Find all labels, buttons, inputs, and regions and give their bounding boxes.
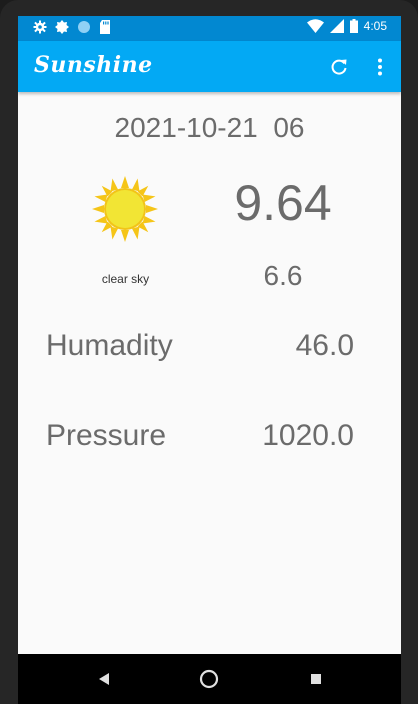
sun-icon xyxy=(92,176,158,242)
forecast-detail: 2021-10-21 06 9.64 clear sky 6.6 Humadit… xyxy=(18,92,401,654)
navigation-bar xyxy=(18,654,401,704)
wifi-icon xyxy=(306,19,324,33)
low-temperature: 6.6 xyxy=(263,260,303,291)
high-temperature: 9.64 xyxy=(234,175,332,231)
pressure-value: 1020.0 xyxy=(262,419,354,452)
back-icon xyxy=(99,673,109,685)
brightness-icon xyxy=(55,20,69,34)
humidity-label: Humadity xyxy=(46,329,173,362)
refresh-icon xyxy=(331,59,347,75)
device-frame: 4:05 Sunshine 2021-10-21 06 9.64 clear s… xyxy=(0,0,418,704)
cellular-signal-icon xyxy=(329,19,344,33)
home-icon xyxy=(199,669,219,689)
settings-gear-icon xyxy=(33,20,47,34)
pressure-label: Pressure xyxy=(46,419,167,452)
circle-icon xyxy=(78,21,90,33)
back-button[interactable] xyxy=(90,665,118,693)
app-bar: Sunshine xyxy=(18,41,401,92)
overflow-menu-button[interactable] xyxy=(368,54,392,80)
weather-description: clear sky xyxy=(101,272,150,286)
home-button[interactable] xyxy=(195,665,223,693)
status-bar: 4:05 xyxy=(18,16,401,41)
phone-screen: 4:05 Sunshine 2021-10-21 06 9.64 clear s… xyxy=(18,16,401,704)
overflow-menu-icon xyxy=(378,58,382,76)
sd-card-icon xyxy=(100,20,110,34)
status-bar-time: 4:05 xyxy=(363,19,387,33)
recents-icon xyxy=(311,674,321,684)
app-title: Sunshine xyxy=(34,52,153,78)
battery-icon xyxy=(349,19,358,33)
status-bar-notifications xyxy=(33,20,111,34)
forecast-date: 2021-10-21 06 xyxy=(114,112,305,143)
refresh-button[interactable] xyxy=(326,54,352,80)
status-bar-system: 4:05 xyxy=(306,19,387,33)
humidity-value: 46.0 xyxy=(295,329,354,362)
recents-button[interactable] xyxy=(302,665,330,693)
